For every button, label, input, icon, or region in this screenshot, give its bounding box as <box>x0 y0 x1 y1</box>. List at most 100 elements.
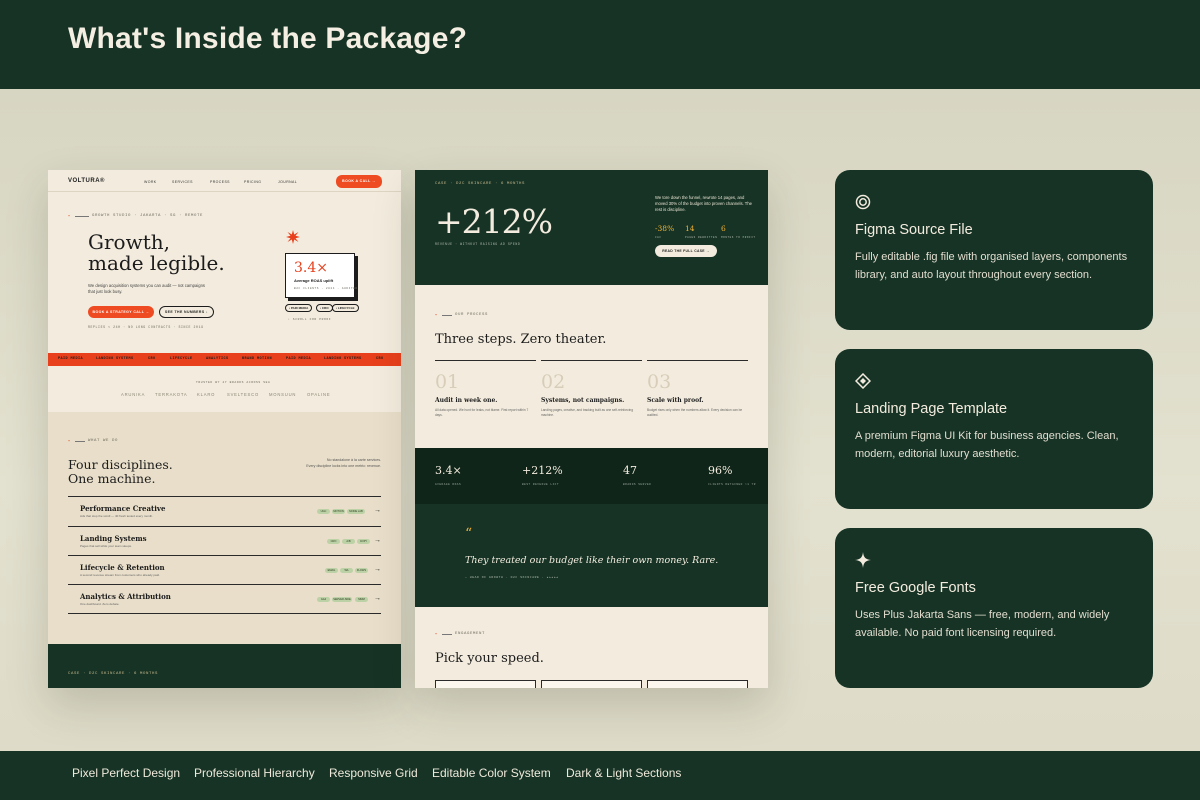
disc-eyebrow-rule <box>75 441 85 442</box>
step-number: 03 <box>647 371 672 393</box>
feature-desc: A premium Figma UI Kit for business agen… <box>855 430 1119 460</box>
hero-title-line-1: Growth, <box>88 230 170 254</box>
feature-desc: Fully editable .fig file with organised … <box>855 251 1128 281</box>
read-case-button[interactable]: READ THE FULL CASE → <box>655 245 717 257</box>
process-step: 01 Audit in week one. All data opened. W… <box>435 360 536 417</box>
discipline-tag: COPY <box>357 539 370 544</box>
process-title: Three steps. Zero theater. <box>435 332 607 347</box>
disc-title-line-1: Four disciplines. <box>68 457 173 472</box>
pricing-card[interactable] <box>541 680 642 688</box>
ticker-item: ANALYTICS <box>206 357 229 361</box>
footer-feature: Dark & Light Sections <box>566 766 682 780</box>
disc-title-line-2: One machine. <box>68 471 156 486</box>
mock-strategy-call-button[interactable]: BOOK A STRATEGY CALL → <box>88 306 154 318</box>
mock-nav-pricing[interactable]: PRICING <box>244 180 261 184</box>
discipline-name: Landing Systems <box>80 534 147 543</box>
discipline-tag: A/B <box>342 539 355 544</box>
ticker-item: CRO <box>376 357 384 361</box>
sparkle-icon <box>855 552 871 568</box>
stat-value: 96% <box>708 464 733 477</box>
mock-nav-services[interactable]: SERVICES <box>172 180 193 184</box>
step-desc: All data opened. We hunt for leaks, not … <box>435 408 529 417</box>
step-title: Systems, not campaigns. <box>541 397 625 404</box>
mock-book-call-button[interactable]: BOOK A CALL → <box>336 175 382 188</box>
discipline-tag: MOTION <box>332 509 345 514</box>
stat-value: 47 <box>623 464 637 477</box>
feature-title: Free Google Fonts <box>855 580 976 596</box>
speed-eyebrow: ENGAGEMENT <box>455 632 486 636</box>
stat-label: AVERAGE ROAS <box>435 483 462 486</box>
arrow-right-icon: → <box>374 507 381 514</box>
discipline-name: Analytics & Attribution <box>80 592 171 601</box>
discipline-tag: MMM <box>355 597 368 602</box>
discipline-name: Lifecycle & Retention <box>80 563 165 572</box>
ticker-item: PAID MEDIA <box>58 357 84 361</box>
ticker-item: BRAND MOTION <box>242 357 273 361</box>
feature-card-google-fonts: Free Google Fonts Uses Plus Jakarta Sans… <box>835 528 1153 688</box>
mock-nav-work[interactable]: WORK <box>144 180 157 184</box>
discipline-row[interactable]: Performance Creative Ads that stop the s… <box>68 496 381 526</box>
mock-case-teaser: CASE · D2C SKINCARE · 6 MONTHS <box>48 644 401 688</box>
discipline-tag: UGC <box>317 509 330 514</box>
step-desc: Budget rises only when the numbers allow… <box>647 408 743 417</box>
client-logo: SVELTESCO <box>227 392 260 397</box>
ticker-item: CRO <box>148 357 156 361</box>
speed-quote-glyph: ❝ <box>435 634 439 638</box>
stat-label: CLIENTS RETAINED >1 YR <box>708 483 756 486</box>
step-title: Scale with proof. <box>647 397 704 404</box>
feature-title: Landing Page Template <box>855 401 1008 417</box>
chip-paid-media[interactable]: • PAID MEDIA <box>285 304 313 312</box>
ticker-item: PAID MEDIA <box>286 357 312 361</box>
feature-title: Figma Source File <box>855 222 973 238</box>
process-quote-glyph: ❝ <box>435 315 439 319</box>
process-eyebrow: OUR PROCESS <box>455 313 489 317</box>
engagement-section: ❝ ENGAGEMENT Pick your speed. <box>415 607 768 688</box>
arrow-right-icon: → <box>374 537 381 544</box>
step-desc: Landing pages, creative, and tracking bu… <box>541 408 633 417</box>
pricing-card[interactable] <box>435 680 536 688</box>
process-section: ❝ OUR PROCESS Three steps. Zero theater.… <box>415 285 768 448</box>
ring-icon <box>855 194 871 210</box>
ticker-item: LIFECYCLE <box>170 357 193 361</box>
testimonial-author: — HEAD OF GROWTH · D2C SKINCARE · ★★★★★ <box>465 576 559 579</box>
discipline-tag: GA4 <box>317 597 330 602</box>
discipline-tag: FLOWS <box>355 568 368 573</box>
mock-hero-title: Growth, made legible. <box>88 232 228 274</box>
client-logo: MONSUUN <box>269 392 297 397</box>
trusted-label: TRUSTED BY 47 BRANDS ACROSS SEA <box>196 381 271 384</box>
case-stat-label: PAGES REWRITTEN <box>685 236 718 239</box>
discipline-sub: Pages that sell while your team sleeps. <box>80 544 132 548</box>
mock-nav-process[interactable]: PROCESS <box>210 180 230 184</box>
chip-lifecycle[interactable]: • LIFECYCLE <box>332 304 359 312</box>
pricing-card[interactable] <box>647 680 748 688</box>
process-step: 03 Scale with proof. Budget rises only w… <box>647 360 748 417</box>
case-study-section: CASE · D2C SKINCARE · 6 MONTHS +212% REV… <box>415 170 768 285</box>
discipline-tag: CRO <box>327 539 340 544</box>
starburst-icon <box>286 230 300 244</box>
stat-label: BEST REVENUE LIFT <box>522 483 560 486</box>
mock-hero-desc: We design acquisition systems you can au… <box>88 283 206 294</box>
case-text: We tore down the funnel, rewrote 14 page… <box>655 195 752 212</box>
roas-card: 3.4× Average ROAS uplift B2C CLIENTS · 2… <box>285 253 357 298</box>
ticker-item: LANDING SYSTEMS <box>324 357 362 361</box>
mock-see-numbers-button[interactable]: SEE THE NUMBERS ↓ <box>159 306 214 318</box>
mock-nav-journal[interactable]: JOURNAL <box>278 180 297 184</box>
footer-feature: Editable Color System <box>432 766 551 780</box>
discipline-tag: WA <box>340 568 353 573</box>
chip-cro[interactable]: • CRO <box>316 304 333 312</box>
discipline-row[interactable]: Landing Systems Pages that sell while yo… <box>68 526 381 556</box>
arrow-right-icon: → <box>374 566 381 573</box>
feature-card-figma-source: Figma Source File Fully editable .fig fi… <box>835 170 1153 330</box>
discipline-tag: MODE LAB <box>347 509 365 514</box>
case-stat-label: CAC <box>655 236 662 239</box>
mock-nav: VOLTURA® WORK SERVICES PROCESS PRICING J… <box>48 170 401 192</box>
discipline-sub: One dashboard. Zero debate. <box>80 602 120 606</box>
disc-title: Four disciplines. One machine. <box>68 458 173 486</box>
page-title: What's Inside the Package? <box>68 22 468 55</box>
discipline-row[interactable]: Analytics & Attribution One dashboard. Z… <box>68 584 381 614</box>
discipline-sub: Ads that stop the scroll — 40 fresh test… <box>80 514 154 518</box>
disciplines-section: ❝ WHAT WE DO Four disciplines. One machi… <box>48 412 401 644</box>
discipline-row[interactable]: Lifecycle & Retention A second revenue s… <box>68 555 381 585</box>
services-ticker: PAID MEDIA LANDING SYSTEMS CRO LIFECYCLE… <box>48 353 401 366</box>
mock-eyebrow: GROWTH STUDIO · JAKARTA · SG · REMOTE <box>92 214 204 218</box>
